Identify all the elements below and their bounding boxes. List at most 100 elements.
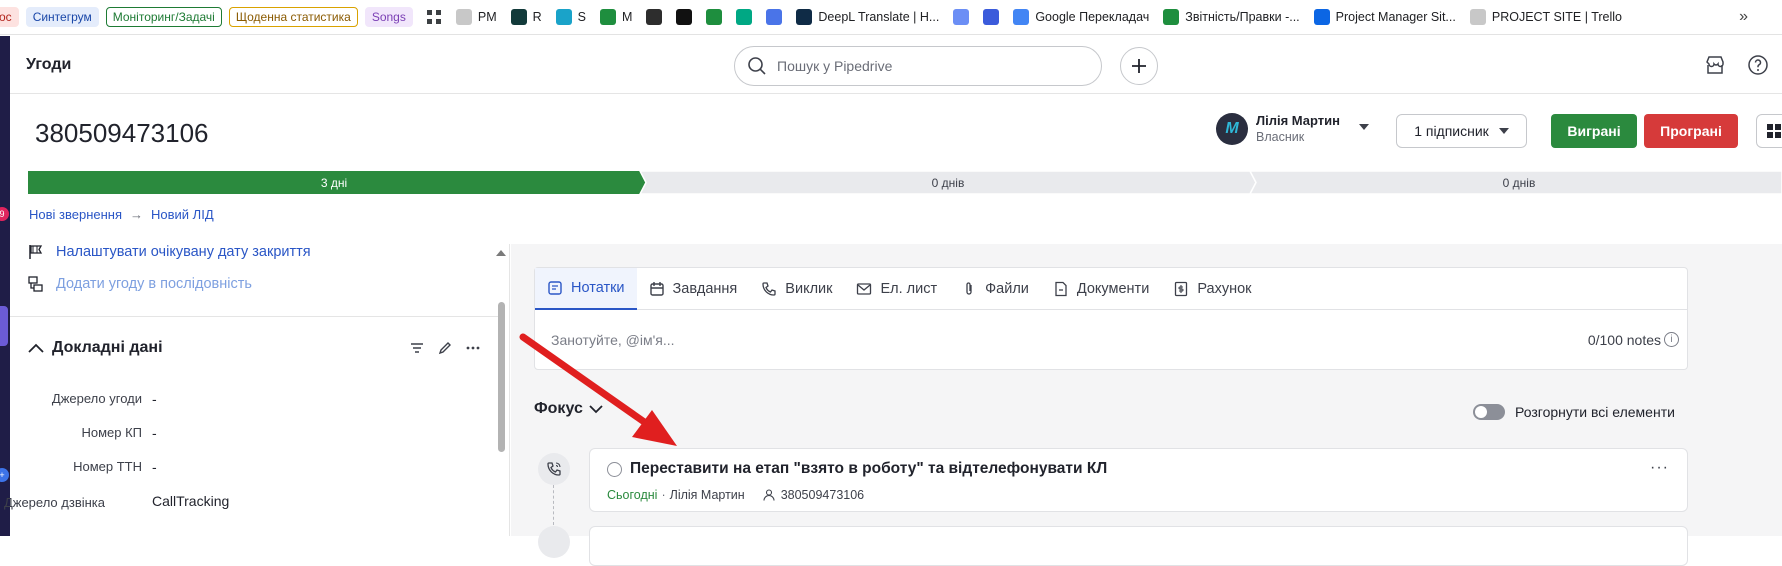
more-icon[interactable] (466, 346, 480, 350)
trello-icon (1313, 9, 1330, 25)
expand-all-toggle[interactable]: Розгорнути всі елементи (1473, 404, 1675, 420)
bookmarks-bar: ос Синтегрум Моніторинг/Задачі Щоденна стат… (0, 0, 1782, 35)
field-value: - (152, 391, 157, 407)
bookmarks-overflow-icon[interactable]: » (1739, 8, 1748, 26)
apps-grid-icon[interactable] (426, 9, 442, 25)
details-section-title: Докладні дані (52, 339, 163, 356)
bookmark-item[interactable]: Project Manager Sit... (1313, 9, 1456, 25)
bookmark-item[interactable] (646, 9, 663, 25)
pm-icon (455, 9, 472, 25)
scroll-up-icon[interactable] (496, 250, 506, 256)
search-placeholder: Пошук у Pipedrive (777, 58, 893, 74)
bookmark-item[interactable]: PROJECT SITE | Trello (1469, 9, 1622, 25)
search-input[interactable]: Пошук у Pipedrive (734, 46, 1102, 86)
won-button[interactable]: Виграні (1551, 114, 1637, 148)
tab-documents[interactable]: Документи (1041, 268, 1161, 310)
bookmark-item[interactable] (983, 9, 1000, 25)
bookmark-label: Звітність/Правки -... (1185, 10, 1300, 24)
bookmark-item[interactable] (676, 9, 693, 25)
activity-person[interactable]: 380509473106 (763, 488, 864, 502)
phone-icon (762, 282, 776, 296)
activity-checkbox[interactable] (607, 462, 622, 477)
rail-selected-item[interactable] (0, 306, 8, 346)
scrollbar[interactable] (498, 302, 505, 452)
chat-icon (706, 9, 723, 25)
separator-dot: · (661, 488, 666, 502)
m-icon (555, 9, 572, 25)
owner-role: Власник (1256, 130, 1305, 144)
note-input[interactable]: Занотуйте, @ім'я... (551, 332, 675, 348)
field-value: - (152, 425, 157, 441)
activity-meta: Сьогодні · Лілія Мартин 380509473106 (607, 488, 864, 502)
bookmark-item[interactable]: PM (455, 9, 497, 25)
bookmark-item[interactable] (953, 9, 970, 25)
dark-app-icon (676, 9, 693, 25)
heart-icon (766, 9, 783, 25)
bookmark-item[interactable] (736, 9, 753, 25)
bookmark-folder-chip[interactable]: Щоденна статистика (228, 7, 358, 27)
activity-due: Сьогодні (607, 488, 658, 502)
note-counter: 0/100 notes (1587, 332, 1661, 348)
bookmark-item[interactable] (706, 9, 723, 25)
bookmark-folder-chip[interactable]: Songs (364, 7, 413, 27)
tab-call[interactable]: Виклик (749, 268, 844, 310)
bookmark-item[interactable]: R (510, 9, 542, 25)
bookmark-item[interactable]: DeepL Translate | H... (796, 9, 939, 25)
chevron-up-icon (28, 343, 44, 353)
add-to-sequence-label: Додати угоду в послідовність (56, 276, 252, 292)
field-offer-number[interactable]: Номер КП - (10, 425, 490, 445)
breadcrumb-stage[interactable]: Новий ЛІД (151, 207, 214, 222)
bookmark-item[interactable]: S (555, 9, 586, 25)
field-deal-source[interactable]: Джерело угоди - (10, 391, 490, 411)
expand-all-label: Розгорнути всі елементи (1515, 404, 1675, 420)
sheets-icon (599, 9, 616, 25)
details-section-header[interactable]: Докладні дані (28, 339, 163, 357)
more-icon[interactable]: ··· (1650, 459, 1669, 477)
field-call-source[interactable]: Джерело дзвінка CallTracking (4, 493, 490, 533)
bookmark-folder-chip[interactable]: Моніторинг/Задачі (105, 7, 222, 27)
invoice-icon (1175, 281, 1188, 297)
bookmark-item[interactable] (766, 9, 783, 25)
bookmark-item[interactable]: M (599, 9, 632, 25)
breadcrumb-pipeline[interactable]: Нові звернення (29, 207, 122, 222)
bookmark-item[interactable]: Звітність/Правки -... (1163, 9, 1300, 25)
plus-icon (1132, 59, 1146, 73)
tab-files[interactable]: Файли (949, 268, 1041, 310)
activity-card[interactable] (589, 526, 1688, 566)
help-icon[interactable] (1747, 54, 1769, 76)
tab-tasks[interactable]: Завдання (637, 268, 750, 310)
bookmark-label: Google Перекладач (1035, 10, 1150, 24)
activity-title[interactable]: Переставити на етап "взято в роботу" та … (630, 460, 1107, 478)
toggle-switch[interactable] (1473, 404, 1505, 420)
pipeline-stages: 3 дні 0 днів 0 днів (28, 171, 1782, 194)
marketplace-icon[interactable] (1704, 54, 1726, 76)
field-ttn-number[interactable]: Номер ТТН - (10, 459, 490, 479)
document-icon (1055, 281, 1067, 297)
filter-icon[interactable] (410, 342, 424, 354)
tab-label: Завдання (672, 281, 738, 297)
lost-button[interactable]: Програні (1644, 114, 1738, 148)
call-activity-icon (538, 453, 570, 485)
tab-email[interactable]: Ел. лист (844, 268, 949, 310)
field-value: - (152, 459, 157, 475)
arrow-right-icon: → (130, 207, 144, 222)
focus-dropdown[interactable]: Фокус (534, 400, 603, 418)
deal-title[interactable]: 380509473106 (35, 118, 209, 149)
owner-selector[interactable]: M Лілія Мартин Власник (1216, 112, 1369, 146)
bookmark-item[interactable]: Google Перекладач (1013, 9, 1149, 25)
more-actions-button[interactable] (1756, 114, 1782, 148)
set-close-date-link[interactable]: Налаштувати очікувану дату закриття (28, 244, 311, 260)
pipeline-stage-1-label: 3 дні (320, 176, 348, 190)
add-to-sequence-link[interactable]: Додати угоду в послідовність (28, 276, 252, 292)
tab-invoice[interactable]: Рахунок (1161, 268, 1263, 310)
followers-button[interactable]: 1 підписник (1396, 114, 1527, 148)
quick-add-button[interactable] (1120, 47, 1158, 85)
bookmark-folder-chip[interactable]: ос (0, 7, 19, 27)
activity-card[interactable]: Переставити на етап "взято в роботу" та … (589, 448, 1688, 512)
owner-name: Лілія Мартин (1256, 113, 1340, 128)
bookmark-folder-chip[interactable]: Синтегрум (25, 7, 99, 27)
info-icon[interactable]: i (1664, 332, 1679, 347)
tab-notes[interactable]: Нотатки (535, 268, 637, 310)
pencil-icon[interactable] (438, 341, 452, 355)
page-title: Угоди (26, 56, 72, 73)
